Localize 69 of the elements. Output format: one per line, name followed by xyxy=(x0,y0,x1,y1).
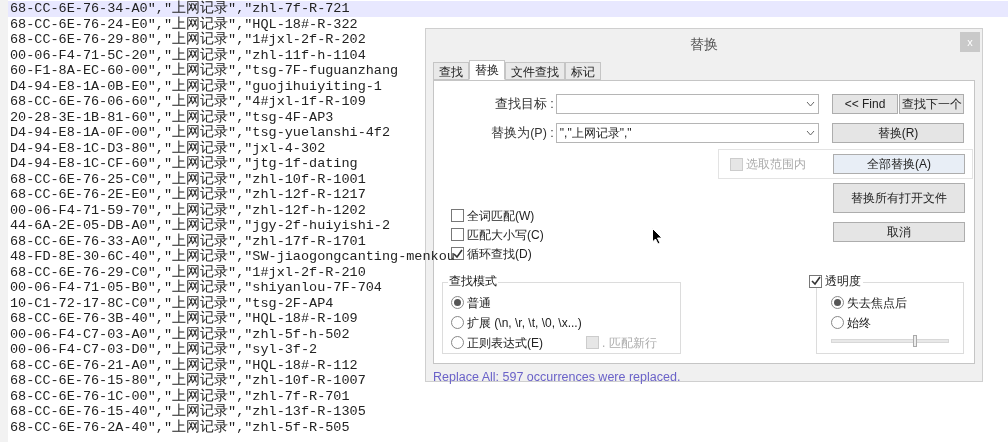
radio-button[interactable] xyxy=(831,316,844,329)
slider-thumb[interactable] xyxy=(912,335,917,347)
code-line: 00-06-F4-71-59-70","上网记录","zhl-12f-h-1202 xyxy=(10,202,366,218)
code-line: 44-6A-2E-05-DB-A0","上网记录","jgy-2f-huiyishi-2 xyxy=(10,218,391,234)
code-line: 68-CC-6E-76-15-80","上网记录","zhl-10f-R-1007 xyxy=(10,373,366,389)
code-line: 20-28-3E-1B-81-60","上网记录","tsg-4F-AP3 xyxy=(10,109,334,125)
radio-button[interactable] xyxy=(451,296,464,309)
code-line: 00-06-F4-C7-03-A0","上网记录","zhl-5f-h-502 xyxy=(10,326,350,342)
code-line: 68-CC-6E-76-2E-E0","上网记录","zhl-12f-R-1217 xyxy=(10,187,366,203)
group-title: 查找模式 xyxy=(448,274,498,288)
combo-box[interactable]: ","上网记录"," xyxy=(555,123,819,143)
checkbox-label: 选取范围内 xyxy=(746,156,806,173)
code-line: 68-CC-6E-76-33-A0","上网记录","zhl-17f-R-1701 xyxy=(10,233,366,249)
code-line: 68-CC-6E-76-34-A0","上网记录","zhl-7f-R-721 xyxy=(10,1,350,17)
checkbox[interactable] xyxy=(451,209,464,222)
code-line: 68-CC-6E-76-2A-40","上网记录","zhl-5f-R-505 xyxy=(10,419,350,435)
radio-label: 始终 xyxy=(847,314,871,332)
tab[interactable]: 查找 xyxy=(433,62,469,80)
find-previous-button[interactable]: << Find xyxy=(832,94,898,114)
code-line: 68-CC-6E-76-25-C0","上网记录","zhl-10f-R-1001 xyxy=(10,171,366,187)
code-line: 68-CC-6E-76-29-80","上网记录","1#jxl-2f-R-202 xyxy=(10,32,366,48)
tab[interactable]: 标记 xyxy=(565,62,601,80)
radio-label: 失去焦点后 xyxy=(847,294,907,312)
code-line: 00-06-F4-71-5C-20","上网记录","zhl-11f-h-1104 xyxy=(10,47,366,63)
checkbox[interactable] xyxy=(451,228,464,241)
radio-label: 正则表达式(E) xyxy=(467,334,543,352)
replace-button[interactable]: 替换(R) xyxy=(832,123,964,143)
field-label: 替换为(P) : xyxy=(490,124,555,142)
checkbox-label: 匹配大小写(C) xyxy=(467,226,544,244)
chevron-down-icon xyxy=(806,101,815,107)
code-line: D4-94-E8-1A-0F-00","上网记录","tsg-yuelanshi-4f2 xyxy=(10,125,391,141)
dialog-title: 替换 xyxy=(690,34,718,54)
code-line: D4-94-E8-1A-0B-E0","上网记录","guojihuiyiting-1 xyxy=(10,78,382,94)
radio-label: 普通 xyxy=(467,294,491,312)
radio-label: 扩展 (\n, \r, \t, \0, \x...) xyxy=(467,314,582,332)
tab[interactable]: 文件查找 xyxy=(505,62,565,80)
status-message: Replace All: 597 occurrences were replaced. xyxy=(433,369,681,386)
code-line: 68-CC-6E-76-3B-40","上网记录","HQL-18#-R-109 xyxy=(10,311,358,327)
replace-all-open-files-button[interactable]: 替换所有打开文件 xyxy=(833,183,965,213)
code-line: 68-CC-6E-76-06-60","上网记录","4#jxl-1f-R-109 xyxy=(10,94,366,110)
code-line: 68-CC-6E-76-21-A0","上网记录","HQL-18#-R-112 xyxy=(10,357,358,373)
checkbox-label: 循环查找(D) xyxy=(467,245,532,263)
combo-box[interactable] xyxy=(555,94,819,114)
checkbox-label: 透明度 xyxy=(825,274,861,288)
mouse-pointer-icon xyxy=(652,228,663,245)
field-value: ","上网记录"," xyxy=(559,126,632,140)
code-line: 48-FD-8E-30-6C-40","上网记录","SW-jiaogongcanting-menkou xyxy=(10,249,455,265)
tab[interactable]: 替换 xyxy=(469,60,505,80)
code-line: 68-CC-6E-76-1C-00","上网记录","zhl-7f-R-701 xyxy=(10,388,350,404)
cancel-button[interactable]: 取消 xyxy=(833,222,965,242)
radio-button[interactable] xyxy=(451,316,464,329)
radio-button[interactable] xyxy=(831,296,844,309)
replace-all-button[interactable]: 全部替换(A) xyxy=(833,154,965,174)
checkbox[interactable] xyxy=(809,274,822,288)
code-line: 60-F1-8A-EC-60-00","上网记录","tsg-7F-fuguanzhang xyxy=(10,63,399,79)
chevron-down-icon xyxy=(806,130,815,136)
checkbox-label: . 匹配新行 xyxy=(602,334,657,352)
checkbox-label: 全词匹配(W) xyxy=(467,207,535,225)
radio-button[interactable] xyxy=(451,336,464,349)
code-line: 68-CC-6E-76-24-E0","上网记录","HQL-18#-R-322 xyxy=(10,16,358,32)
find-next-button[interactable]: 查找下一个 xyxy=(899,94,964,114)
code-line: D4-94-E8-1C-D3-80","上网记录","jxl-4-302 xyxy=(10,140,326,156)
code-line: 68-CC-6E-76-15-40","上网记录","zhl-13f-R-1305 xyxy=(10,404,366,420)
code-line: 10-C1-72-17-8C-C0","上网记录","tsg-2F-AP4 xyxy=(10,295,334,311)
code-line: 00-06-F4-71-05-B0","上网记录","shiyanlou-7F-704 xyxy=(10,280,382,296)
code-line: D4-94-E8-1C-CF-60","上网记录","jtg-1f-dating xyxy=(10,156,358,172)
code-line: 00-06-F4-C7-03-D0","上网记录","syl-3f-2 xyxy=(10,342,318,358)
code-line: 68-CC-6E-76-29-C0","上网记录","1#jxl-2f-R-210 xyxy=(10,264,366,280)
field-label: 查找目标 : xyxy=(493,95,555,113)
